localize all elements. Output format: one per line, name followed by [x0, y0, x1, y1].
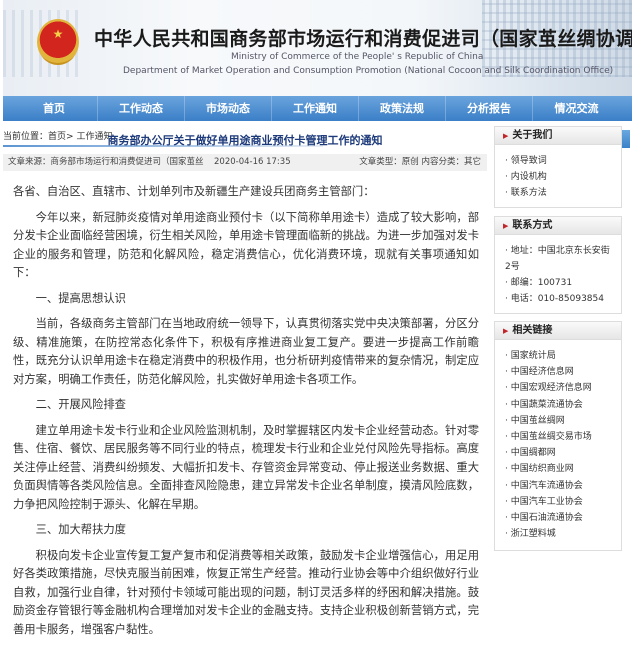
panel-header: ▶ 相关链接 [495, 322, 621, 340]
related-link[interactable]: 浙江塑料城 [505, 526, 613, 542]
nav-exchange[interactable]: 情况交流 [533, 96, 620, 121]
panel-title: 联系方式 [512, 220, 553, 231]
paragraph: 积极向发卡企业宣传复工复产复市和促消费等相关政策，鼓励发卡企业增强信心，用足用好… [13, 548, 479, 636]
related-link[interactable]: 中国经济信息网 [505, 364, 613, 380]
paragraph: 当前，各级商务主管部门在当地政府统一领导下，认真贯彻落实党中央决策部署，分区分级… [13, 317, 479, 386]
contact-postcode: 邮编：100731 [505, 275, 613, 291]
panel-header: ▶ 关于我们 [495, 127, 621, 145]
panel-title: 关于我们 [512, 130, 553, 141]
related-link[interactable]: 中国石油流通协会 [505, 510, 613, 526]
article-meta: 文章来源：商务部市场运行和消费促进司（国家茧丝 2020-04-16 17:35… [3, 154, 487, 171]
article-body: 各省、自治区、直辖市、计划单列市及新疆生产建设兵团商务主管部门： 今年以来，新冠… [13, 183, 479, 646]
nav-reports[interactable]: 分析报告 [446, 96, 533, 121]
article-date: 2020-04-16 17:35 [214, 157, 291, 167]
related-link[interactable]: 中国纺织商业网 [505, 461, 613, 477]
about-link[interactable]: 内设机构 [505, 169, 613, 185]
about-link[interactable]: 联系方法 [505, 185, 613, 201]
paragraph: 今年以来，新冠肺炎疫情对单用途商业预付卡（以下简称单用途卡）造成了较大影响，部分… [13, 210, 479, 280]
nav-work-news[interactable]: 工作动态 [98, 96, 185, 121]
panel-header: ▶ 联系方式 [495, 217, 621, 235]
related-link[interactable]: 中国蔬菜流通协会 [505, 397, 613, 413]
site-subtitle-en-dept: Department of Market Operation and Consu… [123, 66, 614, 76]
site-subtitle-en: Ministry of Commerce of the People' s Re… [231, 52, 484, 62]
contact-panel: ▶联系方式 地址：中国北京东长安街2号 邮编：100731 电话：010-850… [494, 216, 622, 314]
related-links-panel: ▶相关链接 国家统计局中国经济信息网中国宏观经济信息网中国蔬菜流通协会中国茧丝绸… [494, 321, 622, 551]
related-link[interactable]: 中国茧丝绸网 [505, 413, 613, 429]
arrow-bullet-icon: ▶ [503, 222, 509, 230]
arrow-bullet-icon: ▶ [503, 327, 509, 335]
panel-title: 相关链接 [512, 325, 553, 336]
paragraph: 各省、自治区、直辖市、计划单列市及新疆生产建设兵团商务主管部门： [13, 185, 375, 198]
related-link[interactable]: 国家统计局 [505, 348, 613, 364]
related-link[interactable]: 中国绸都网 [505, 445, 613, 461]
main-nav: 首页 工作动态 市场动态 工作通知 政策法规 分析报告 情况交流 [3, 96, 632, 121]
section-heading: 一、提高思想认识 [35, 291, 126, 305]
related-link[interactable]: 中国宏观经济信息网 [505, 380, 613, 396]
related-link[interactable]: 中国汽车流通协会 [505, 478, 613, 494]
nav-home[interactable]: 首页 [11, 96, 98, 121]
related-link[interactable]: 中国茧丝绸交易市场 [505, 429, 613, 445]
about-us-panel: ▶关于我们 领导致词 内设机构 联系方法 [494, 126, 622, 208]
about-link[interactable]: 领导致词 [505, 153, 613, 169]
article-type: 文章类型：原创 内容分类：其它 [359, 157, 481, 167]
article-title: 商务部办公厅关于做好单用途商业预付卡管理工作的通知 [107, 134, 383, 147]
paragraph: 建立单用途卡发卡行业和企业风险监测机制，及时掌握辖区内发卡企业经营动态。针对零售… [13, 423, 479, 511]
site-title: 中华人民共和国商务部市场运行和消费促进司（国家茧丝绸协调办公室） [94, 28, 632, 50]
national-emblem-icon: ★ [37, 19, 79, 65]
article-source: 文章来源：商务部市场运行和消费促进司（国家茧丝 [8, 157, 204, 167]
arrow-bullet-icon: ▶ [503, 132, 509, 140]
header-banner: ★ 中华人民共和国商务部市场运行和消费促进司（国家茧丝绸协调办公室） Minis… [3, 0, 632, 96]
nav-market-news[interactable]: 市场动态 [185, 96, 272, 121]
related-link[interactable]: 中国汽车工业协会 [505, 494, 613, 510]
contact-phone: 电话：010-85093854 [505, 291, 613, 307]
section-heading: 二、开展风险排查 [35, 398, 126, 411]
nav-work-notices[interactable]: 工作通知 [272, 96, 359, 121]
contact-address: 地址：中国北京东长安街2号 [505, 243, 613, 275]
nav-policies[interactable]: 政策法规 [359, 96, 446, 121]
